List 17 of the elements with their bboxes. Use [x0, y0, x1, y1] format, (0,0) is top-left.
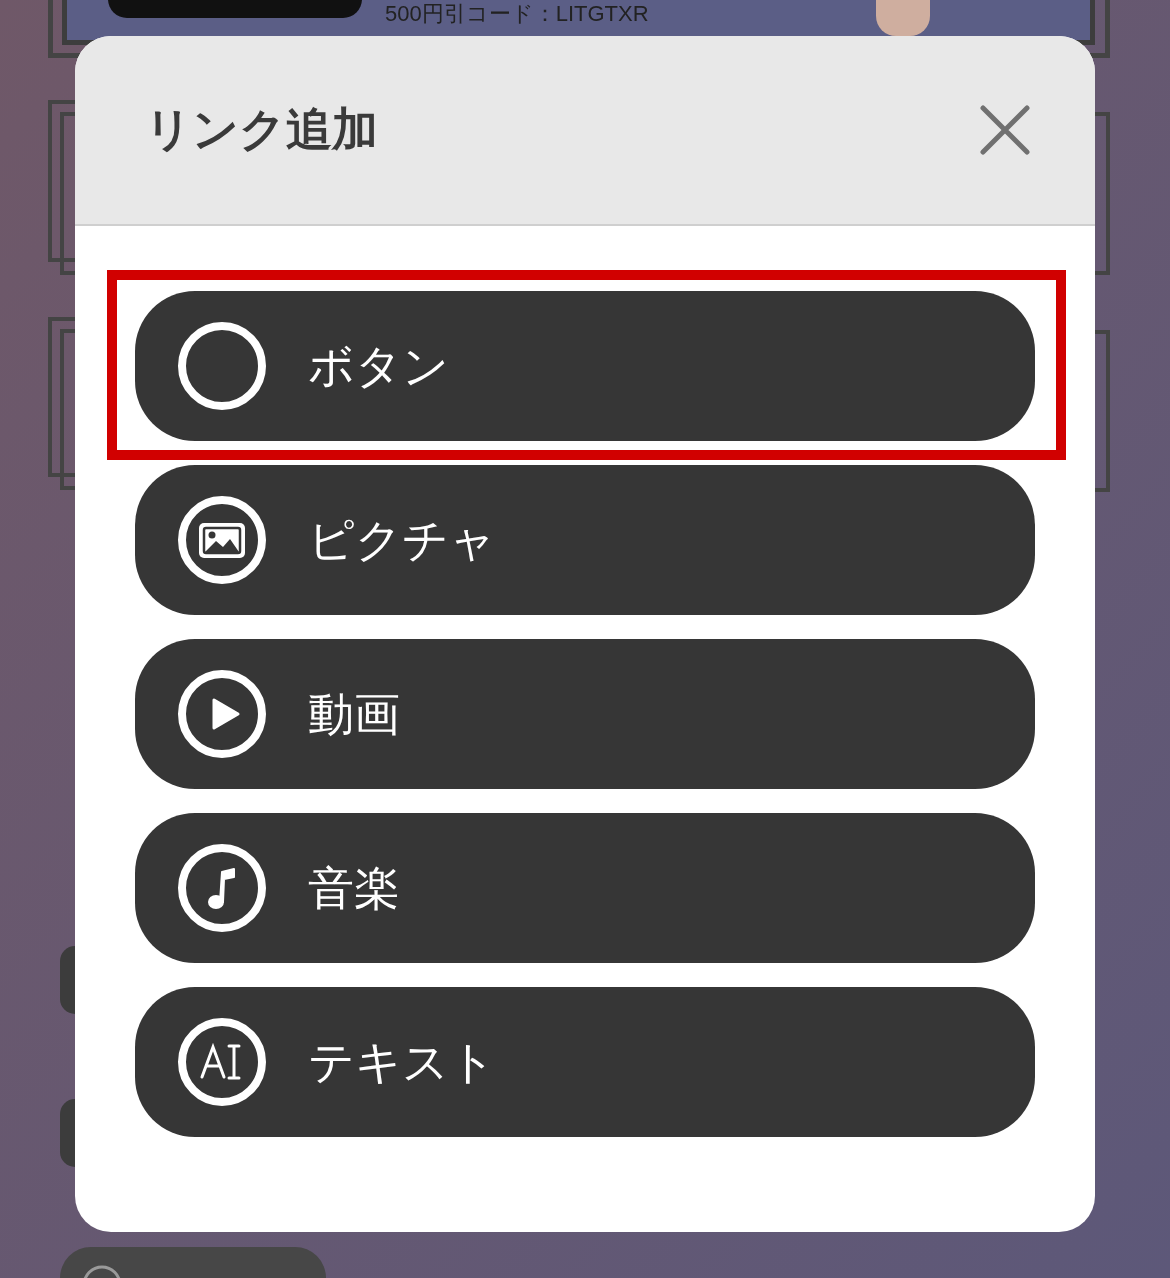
option-button[interactable]: 動画 — [135, 639, 1035, 789]
picture-icon — [177, 495, 267, 585]
play-icon — [177, 669, 267, 759]
text-format-icon — [177, 1017, 267, 1107]
option-button[interactable]: 音楽 — [135, 813, 1035, 963]
banner-code-text: 500円引コード：LITGTXR — [385, 1, 649, 27]
round-button-edge — [60, 1099, 75, 1167]
photo-placeholder — [876, 0, 930, 36]
close-icon — [980, 105, 1030, 155]
option-button[interactable]: ボタン — [135, 291, 1035, 441]
round-button-edge — [60, 946, 75, 1014]
music-note-icon — [177, 843, 267, 933]
option-button[interactable]: テキスト — [135, 987, 1035, 1137]
close-button[interactable] — [980, 105, 1030, 155]
circle-icon — [177, 321, 267, 411]
dialog-title: リンク追加 — [145, 102, 378, 158]
option-button[interactable]: ピクチャ — [135, 465, 1035, 615]
